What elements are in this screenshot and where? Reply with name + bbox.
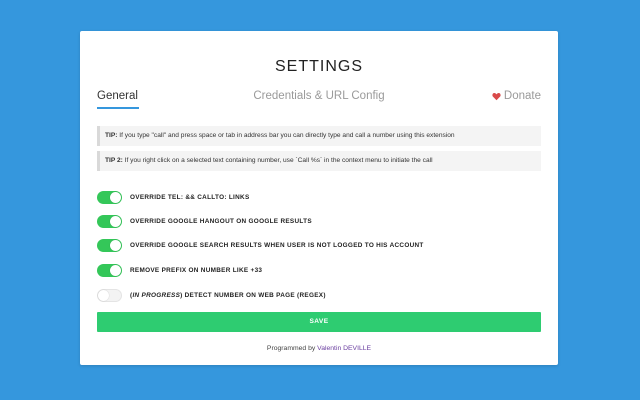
author-link[interactable]: Valentin DEVILLE [317, 345, 371, 352]
option-label: OVERRIDE GOOGLE HANGOUT ON GOOGLE RESULT… [130, 217, 312, 225]
page-title: SETTINGS [274, 58, 363, 75]
toggle-knob [98, 289, 109, 301]
toggle-override-hangout[interactable] [97, 214, 122, 228]
tip-1-label: TIP: [105, 132, 118, 139]
tab-donate[interactable]: Donate [492, 90, 541, 102]
tip-2: TIP 2: If you right click on a selected … [97, 151, 541, 171]
toggle-knob [110, 239, 121, 251]
option-label: REMOVE PREFIX ON NUMBER LIKE +33 [130, 266, 263, 274]
tip-2-label: TIP 2: [105, 157, 123, 164]
tab-general-label: General [97, 90, 138, 102]
toggle-override-tel-callto[interactable] [97, 190, 122, 204]
option-label: OVERRIDE TEL: && CALLTO: LINKS [130, 193, 250, 201]
footer-text: Programmed by [266, 345, 318, 352]
option-override-tel-callto: OVERRIDE TEL: && CALLTO: LINKS [97, 190, 541, 204]
toggle-override-search-results[interactable] [97, 238, 122, 252]
tab-credentials-label: Credentials & URL Config [253, 90, 385, 102]
option-label: OVERRIDE GOOGLE SEARCH RESULTS WHEN USER… [130, 241, 424, 249]
option-label-suffix: ) DETECT NUMBER ON WEB PAGE (REGEX) [180, 291, 326, 299]
option-detect-number: (IN PROGRESS) DETECT NUMBER ON WEB PAGE … [97, 288, 541, 302]
option-label: (IN PROGRESS) DETECT NUMBER ON WEB PAGE … [130, 292, 326, 299]
option-override-hangout: OVERRIDE GOOGLE HANGOUT ON GOOGLE RESULT… [97, 214, 541, 228]
tip-1: TIP: If you type "call" and press space … [97, 126, 541, 146]
toggle-knob [110, 264, 121, 276]
save-button[interactable]: SAVE [97, 312, 541, 332]
toggle-detect-number[interactable] [97, 288, 122, 302]
settings-panel: SETTINGS General Credentials & URL Confi… [80, 31, 558, 365]
tab-general[interactable]: General [97, 90, 139, 109]
tab-credentials[interactable]: Credentials & URL Config [249, 90, 389, 102]
toggle-knob [110, 215, 121, 227]
option-label-in-progress: IN PROGRESS [132, 291, 181, 299]
tip-2-text: If you right click on a selected text co… [122, 157, 433, 164]
tip-1-text: If you type "call" and press space or ta… [117, 132, 455, 139]
toggle-remove-prefix[interactable] [97, 263, 122, 277]
option-override-search-results: OVERRIDE GOOGLE SEARCH RESULTS WHEN USER… [97, 238, 541, 252]
option-remove-prefix: REMOVE PREFIX ON NUMBER LIKE +33 [97, 263, 541, 277]
toggle-knob [110, 191, 121, 203]
footer: Programmed by Valentin DEVILLE [80, 345, 558, 352]
tab-donate-label: Donate [503, 90, 541, 102]
heart-icon [492, 92, 501, 100]
